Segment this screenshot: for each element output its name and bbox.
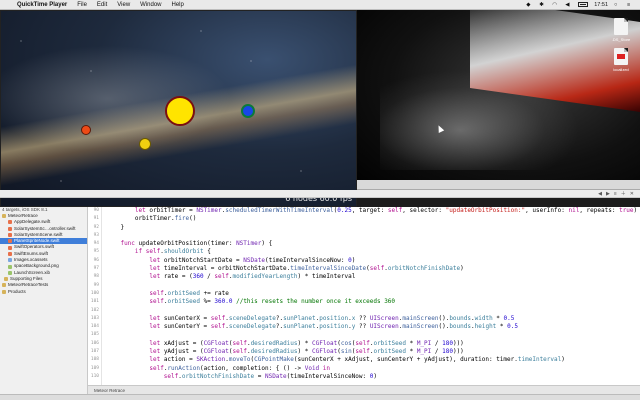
menu-view[interactable]: View — [112, 2, 135, 8]
desktop-file-label: .DS_Store — [611, 37, 631, 42]
asset-catalog-icon — [8, 258, 12, 263]
swift-file-icon — [8, 239, 12, 244]
image-file-icon — [8, 264, 12, 269]
volume-icon[interactable]: ◀ — [565, 2, 572, 8]
line-number: 107 — [90, 349, 99, 355]
menu-window[interactable]: Window — [135, 2, 166, 8]
line-number: 104 — [90, 324, 99, 330]
code-line: self.orbitSeed %= 360.0 //this resets th… — [149, 298, 396, 306]
menu-edit[interactable]: Edit — [92, 2, 112, 8]
line-number: 95 — [93, 249, 99, 255]
clock-time[interactable]: 17:51 — [594, 2, 608, 8]
simulator-window[interactable]: 6 nodes 60.0 fps — [0, 10, 357, 207]
code-editor[interactable]: let orbitTimer = NSTimer.scheduledTimerW… — [102, 207, 640, 385]
code-line: let timeInterval = orbitNotchStartDate.t… — [149, 265, 464, 273]
folder-icon — [4, 277, 8, 282]
line-number: 96 — [93, 257, 99, 263]
notification-center-icon[interactable]: ≡ — [627, 2, 634, 8]
document-icon — [614, 18, 628, 35]
xib-file-icon — [8, 270, 12, 275]
menu-file[interactable]: File — [72, 2, 92, 8]
code-line: self.orbitNotchFinishDate = NSDate(timeI… — [163, 372, 377, 380]
swift-file-icon — [8, 251, 12, 256]
status-text: Meteor Retrace — [94, 387, 126, 393]
jump-bar: ◀ ▶ ≡ ＋ ✕ — [0, 190, 640, 198]
menu-bar: QuickTime Player File Edit View Window H… — [0, 0, 640, 10]
battery-icon[interactable] — [578, 2, 589, 7]
line-number: 105 — [90, 332, 99, 338]
code-line: let sunCenterX = self.sceneDelegate?.sun… — [149, 314, 515, 322]
line-number: 99 — [93, 282, 99, 288]
code-line: let yAdjust = (CGFloat(self.desiredRadiu… — [149, 348, 464, 356]
nav-item-label: Products — [8, 288, 26, 294]
planet-sun[interactable] — [165, 96, 195, 126]
line-number: 91 — [93, 216, 99, 222]
folder-icon — [2, 214, 6, 219]
line-number: 98 — [93, 274, 99, 280]
debug-status-bar: Meteor Retrace — [88, 385, 640, 394]
code-line: let orbitNotchStartDate = NSDate(timeInt… — [149, 256, 356, 264]
line-number: 97 — [93, 266, 99, 272]
document-icon — [614, 48, 628, 65]
code-line: let action = SKAction.moveTo(CGPointMake… — [149, 356, 565, 364]
code-line: orbitTimer.fire() — [106, 215, 197, 223]
swift-file-icon — [8, 226, 12, 231]
line-number: 110 — [90, 373, 99, 379]
line-number: 101 — [90, 299, 99, 305]
code-line: self.orbitSeed += rate — [149, 289, 229, 297]
folder-icon — [2, 289, 6, 294]
planet-yellow[interactable] — [139, 138, 151, 150]
window-footer — [0, 394, 640, 400]
desktop-file-label: localized — [613, 67, 629, 72]
line-number: 100 — [90, 290, 99, 296]
line-number: 92 — [93, 224, 99, 230]
add-editor-icon[interactable]: ＋ — [621, 190, 626, 197]
planet-orange[interactable] — [81, 125, 91, 135]
line-number: 108 — [90, 357, 99, 363]
line-number: 106 — [90, 340, 99, 346]
swift-file-icon — [8, 233, 12, 238]
line-number-gutter: 90 91 92 93 94 95 96 97 98 99 100 101 102 103 1… — [88, 207, 102, 385]
bluetooth-icon[interactable]: ✱ — [539, 2, 546, 8]
line-number: 94 — [93, 241, 99, 247]
planet-blue[interactable] — [241, 104, 255, 118]
folder-icon — [2, 283, 6, 288]
code-line: let orbitTimer = NSTimer.scheduledTimerW… — [134, 207, 638, 214]
code-line: let rate = (360 / self.modifiedYearLengt… — [149, 273, 356, 281]
xcode-toolbar — [357, 180, 640, 190]
close-editor-icon[interactable]: ✕ — [630, 191, 634, 197]
line-number: 102 — [90, 307, 99, 313]
jump-forward-icon[interactable]: ▶ — [606, 191, 610, 197]
code-line: let xAdjust = (CGFloat(self.desiredRadiu… — [149, 339, 464, 347]
dropbox-icon[interactable]: ◆ — [526, 2, 533, 8]
spotlight-icon[interactable]: ○ — [614, 2, 621, 8]
line-number: 93 — [93, 232, 99, 238]
desktop-file-localized[interactable]: localized — [608, 48, 634, 72]
jump-back-icon[interactable]: ◀ — [598, 191, 602, 197]
line-number: 109 — [90, 365, 99, 371]
status-area: ◆ ✱ ◠ ◀ 17:51 ○ ≡ — [526, 2, 640, 8]
swift-file-icon — [8, 220, 12, 225]
code-line: if self.shouldOrbit { — [134, 248, 211, 256]
project-navigator: 4 targets, iOS SDK 8.1 MeteorRetrace App… — [0, 207, 88, 394]
menu-help[interactable]: Help — [167, 2, 189, 8]
related-items-icon[interactable]: ≡ — [614, 191, 617, 197]
nav-item-products[interactable]: Products — [0, 289, 87, 295]
menu-app-name[interactable]: QuickTime Player — [12, 2, 72, 8]
code-line: let sunCenterY = self.sceneDelegate?.sun… — [149, 323, 518, 331]
code-line: self.runAction(action, completion: { () … — [149, 364, 331, 372]
code-line: } — [106, 223, 125, 231]
desktop-file-ds-store[interactable]: .DS_Store — [608, 18, 634, 42]
line-number: 90 — [93, 208, 99, 213]
wifi-icon[interactable]: ◠ — [552, 2, 559, 8]
code-line: func updateOrbitPosition(timer: NSTimer)… — [120, 240, 273, 248]
swift-file-icon — [8, 245, 12, 250]
line-number: 103 — [90, 315, 99, 321]
screen: .DS_Store localized QuickTime Player Fil… — [0, 0, 640, 400]
